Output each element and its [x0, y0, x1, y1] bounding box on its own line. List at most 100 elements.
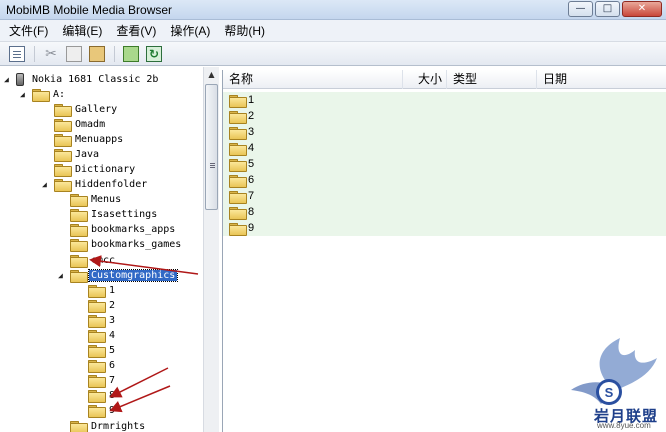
folder-icon	[70, 421, 88, 432]
up-folder-icon[interactable]	[123, 45, 139, 62]
menu-view[interactable]: 查看(V)	[116, 22, 156, 39]
close-button[interactable]: ✕	[622, 1, 662, 17]
tree-item[interactable]: cmcc	[70, 253, 117, 268]
copy-icon[interactable]	[66, 45, 82, 62]
list-item-name: 8	[248, 206, 255, 218]
tree-item[interactable]: Drmrights	[70, 419, 147, 432]
collapse-icon[interactable]: ◢	[20, 90, 28, 99]
tree-item[interactable]: bookmarks_apps	[70, 222, 177, 237]
folder-icon	[229, 110, 247, 124]
folder-icon	[54, 104, 72, 117]
cut-icon[interactable]: ✂	[43, 46, 59, 62]
column-type[interactable]: 类型	[447, 70, 537, 89]
tree-item-label: Drmrights	[91, 421, 146, 432]
list-item[interactable]: 5	[223, 156, 666, 172]
tree-item-label: cmcc	[91, 255, 116, 266]
properties-icon[interactable]	[9, 45, 25, 62]
scrollbar-thumb[interactable]	[205, 84, 218, 210]
tree-item-label: Java	[75, 149, 100, 160]
tree-item[interactable]: 7	[88, 373, 117, 388]
menu-file[interactable]: 文件(F)	[9, 22, 48, 39]
tree-item[interactable]: 8	[88, 388, 117, 403]
tree-item[interactable]: 6	[88, 358, 117, 373]
folder-icon	[88, 330, 106, 343]
tree-item[interactable]: Gallery	[54, 102, 119, 117]
tree-item[interactable]: 9	[88, 403, 117, 418]
menu-help[interactable]: 帮助(H)	[224, 22, 265, 39]
folder-icon	[88, 285, 106, 298]
tree-item-label: 7	[109, 375, 116, 386]
maximize-button[interactable]: □	[595, 1, 620, 17]
window-title: MobiMB Mobile Media Browser	[6, 3, 173, 17]
minimize-button[interactable]: —	[568, 1, 593, 17]
tree-device-row[interactable]: ◢ Nokia 1681 Classic 2b	[4, 72, 160, 87]
tree-item-label: Dictionary	[75, 164, 136, 175]
folder-icon	[229, 190, 247, 204]
list-item[interactable]: 4	[223, 140, 666, 156]
folder-icon	[70, 270, 88, 283]
tree-item-label: Gallery	[75, 104, 118, 115]
tree-item[interactable]: 5	[88, 343, 117, 358]
list-item[interactable]: 7	[223, 188, 666, 204]
tree-item[interactable]: bookmarks_games	[70, 237, 183, 252]
column-size[interactable]: 大小	[403, 70, 447, 89]
list-item-name: 6	[248, 174, 255, 186]
folder-icon	[229, 142, 247, 156]
scroll-up-icon[interactable]: ▲	[204, 67, 219, 82]
folder-icon	[70, 194, 88, 207]
window-controls: — □ ✕	[568, 1, 662, 17]
list-header: 名称 大小 类型 日期	[223, 70, 666, 89]
list-item[interactable]: 1	[223, 92, 666, 108]
tree-scrollbar[interactable]: ▲	[203, 67, 219, 432]
list-item[interactable]: 9	[223, 220, 666, 236]
title-bar: MobiMB Mobile Media Browser — □ ✕	[0, 0, 666, 20]
collapse-icon[interactable]: ◢	[58, 271, 66, 280]
tree-item-label: 3	[109, 315, 116, 326]
list-item[interactable]: 3	[223, 124, 666, 140]
tree-item[interactable]: 2	[88, 298, 117, 313]
tree-item[interactable]: 1	[88, 283, 117, 298]
list-item-name: 2	[248, 110, 255, 122]
tree-item[interactable]: Menuapps	[54, 132, 125, 147]
column-name[interactable]: 名称	[223, 70, 403, 89]
list-item-name: 1	[248, 94, 255, 106]
tree-item[interactable]: Dictionary	[54, 162, 137, 177]
tree-item-selected[interactable]: ◢ Customgraphics	[58, 268, 179, 283]
list-item[interactable]: 2	[223, 108, 666, 124]
collapse-icon[interactable]: ◢	[42, 180, 50, 189]
tree-item[interactable]: ◢ Hiddenfolder	[42, 177, 149, 192]
folder-tree[interactable]: ◢ Nokia 1681 Classic 2b ◢ A: Gallery Oma…	[0, 67, 219, 432]
folder-icon	[32, 89, 50, 102]
folder-icon	[88, 390, 106, 403]
tree-item-label: Omadm	[75, 119, 106, 130]
tree-item-label: 4	[109, 330, 116, 341]
tree-item[interactable]: 3	[88, 313, 117, 328]
folder-icon	[88, 360, 106, 373]
tree-item-label: 2	[109, 300, 116, 311]
tree-item-label: Customgraphics	[87, 269, 179, 282]
column-date[interactable]: 日期	[537, 70, 666, 89]
tree-item[interactable]: Isasettings	[70, 207, 159, 222]
collapse-icon[interactable]: ◢	[4, 75, 12, 84]
list-item-name: 9	[248, 222, 255, 234]
tree-item-label: 9	[109, 405, 116, 416]
refresh-icon[interactable]: ↻	[146, 45, 162, 62]
paste-icon[interactable]	[89, 45, 105, 62]
toolbar: ✂ ↻	[0, 42, 666, 66]
folder-icon	[229, 126, 247, 140]
tree-item[interactable]: 4	[88, 328, 117, 343]
list-item[interactable]: 8	[223, 204, 666, 220]
tree-item[interactable]: Omadm	[54, 117, 107, 132]
folder-icon	[229, 174, 247, 188]
list-item[interactable]: 6	[223, 172, 666, 188]
watermark-url: www.8yue.com	[597, 421, 651, 430]
list-item-name: 7	[248, 190, 255, 202]
menu-action[interactable]: 操作(A)	[170, 22, 210, 39]
menu-edit[interactable]: 编辑(E)	[62, 22, 102, 39]
tree-item[interactable]: Java	[54, 147, 101, 162]
tree-item-label: 6	[109, 360, 116, 371]
folder-icon	[54, 149, 72, 162]
list-item-name: 5	[248, 158, 255, 170]
tree-drive-row[interactable]: ◢ A:	[20, 87, 67, 102]
tree-item[interactable]: Menus	[70, 192, 123, 207]
